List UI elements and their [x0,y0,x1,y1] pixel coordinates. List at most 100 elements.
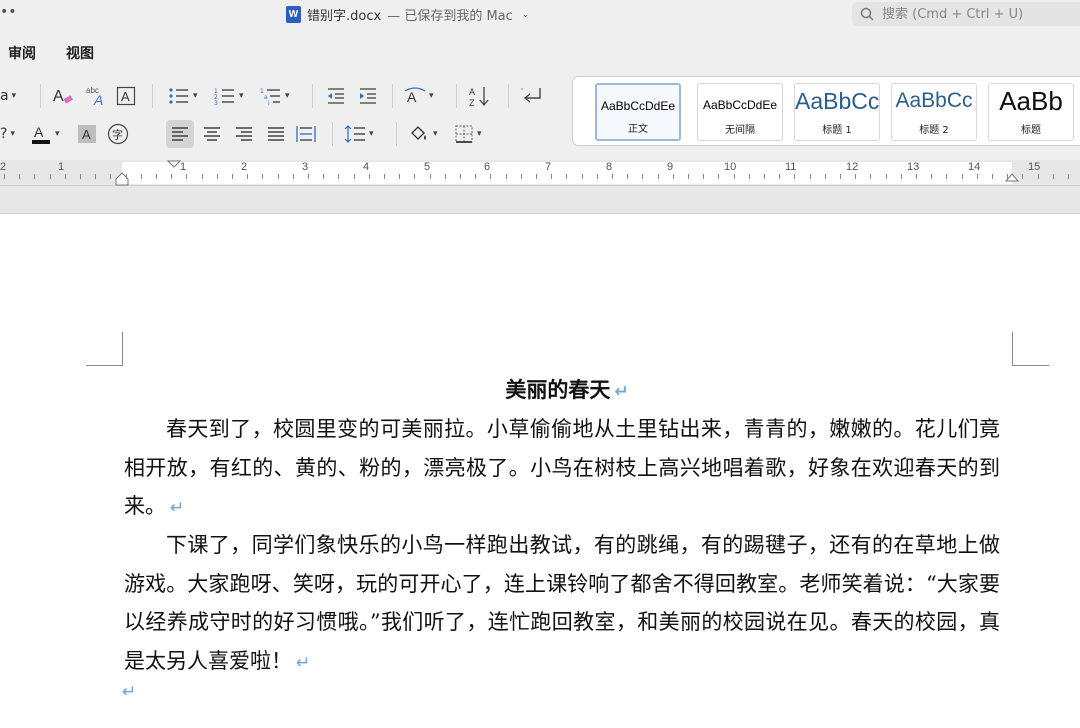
search-input[interactable] [882,6,1052,22]
enclose-characters-icon[interactable]: 字 [106,122,130,146]
ruler-tick [475,174,476,179]
ruler-tick [688,174,689,179]
ruler-number: 15 [1028,161,1041,173]
ruler-tick [977,174,978,179]
ruler-tick [156,174,157,179]
ruler-tick [414,174,415,179]
ruler-number: 1 [58,161,65,173]
paragraph-2[interactable]: 下课了，同学们象快乐的小鸟一样跑出教试，有的跳绳，有的踢毽子，还有的在草地上做游… [124,526,1000,682]
document-heading[interactable]: 美丽的春天 ↵ [122,374,1012,404]
title-bar: •• W 错别字.docx — 已保存到我的 Mac ⌄ [0,0,1080,30]
style-title[interactable]: AaBb 标题 [988,83,1074,141]
borders-icon[interactable]: ▾ [454,122,482,146]
ruler-tick [825,174,826,179]
paragraph-shading-icon[interactable]: ▾ [408,122,438,146]
clear-formatting-icon[interactable]: A [50,84,76,108]
bullets-list-icon[interactable]: ▾ [168,84,198,108]
style-normal[interactable]: AaBbCcDdEe 正文 [595,83,681,141]
ruler-tick [810,174,811,179]
text-effects-icon[interactable]: abc A [83,84,109,108]
numbered-list-icon[interactable]: 123 ▾ [214,84,244,108]
ruler-tick [855,174,856,179]
align-left-icon [172,127,188,141]
ruler-tick [80,174,81,179]
ruler-tick [4,174,5,179]
highlight-dropdown[interactable]: ? ▾ [0,122,15,146]
ruler-tick [354,174,355,179]
ruler-tick [1022,174,1023,179]
ruler-number: 7 [545,161,552,173]
show-paragraph-marks-icon[interactable] [520,84,544,108]
ruler-tick [293,174,294,179]
align-right-icon[interactable] [232,122,256,146]
ruler-number: 14 [968,161,981,173]
ruler-tick [718,174,719,179]
ruler-tick [308,174,309,179]
multilevel-list-icon[interactable]: 1ai ▾ [260,84,290,108]
ruler-tick [870,174,871,179]
style-heading-1[interactable]: AaBbCc 标题 1 [794,83,880,141]
decrease-indent-icon[interactable] [326,84,346,108]
window-menu-dots-icon[interactable]: •• [0,4,17,20]
svg-text:A: A [121,89,130,104]
search-box[interactable] [852,2,1080,26]
ruler-tick [734,174,735,179]
align-left-button[interactable] [166,120,194,148]
first-line-indent-marker-icon[interactable] [167,160,181,168]
ruler-tick [749,174,750,179]
ruler-tick [840,174,841,179]
character-shading-icon[interactable]: A [76,122,98,146]
style-name: 标题 [1021,125,1041,136]
paragraph-mark-icon: ↵ [614,382,629,402]
style-sample: AaBb [999,86,1063,116]
increase-indent-icon[interactable] [358,84,378,108]
document-page[interactable]: 美丽的春天 ↵ 春天到了，校圆里变的可美丽拉。小草偷偷地从土里钻出来，青青的，嫩嫩… [0,214,1080,728]
ruler-tick [445,174,446,179]
ruler-number: 8 [606,161,613,173]
ruler-tick [1068,174,1069,179]
ruler-tick [65,174,66,179]
style-name: 正文 [628,124,648,135]
horizontal-ruler[interactable]: 2 1 1 2 3 4 5 6 7 8 9 10 11 12 13 14 15 [0,160,1080,186]
distributed-align-icon[interactable] [294,122,318,146]
style-name: 无间隔 [725,125,755,136]
svg-text:Z: Z [469,98,475,107]
ruler-tick [521,174,522,179]
align-center-icon[interactable] [200,122,224,146]
ruler-number: 11 [785,161,797,173]
ruler-tick [171,174,172,179]
ruler-tick [141,174,142,179]
ruler-tick [582,174,583,179]
sort-icon[interactable]: AZ [468,84,492,108]
ruler-tick [642,174,643,179]
tab-review[interactable]: 审阅 [8,43,36,63]
heading-text: 美丽的春天 [505,377,611,402]
style-sample: AaBbCc [895,89,973,112]
ruler-tick [536,174,537,179]
ruler-tick [703,174,704,179]
document-filename[interactable]: 错别字.docx [307,5,381,24]
ruler-tick [490,174,491,179]
ruler-tick [779,174,780,179]
ruler-number: 2 [241,161,248,173]
style-heading-2[interactable]: AaBbCc 标题 2 [891,83,977,141]
line-spacing-icon[interactable]: ▾ [344,122,374,146]
tab-view[interactable]: 视图 [66,43,94,63]
font-color-icon[interactable]: A ▾ [30,122,60,146]
ruler-number: 5 [424,161,431,173]
style-no-spacing[interactable]: AaBbCcDdEe 无间隔 [697,83,783,141]
character-border-icon[interactable]: A [114,84,138,108]
justify-icon[interactable] [264,122,288,146]
window-title: W 错别字.docx — 已保存到我的 Mac ⌄ [286,5,529,24]
chevron-down-icon[interactable]: ⌄ [522,10,530,20]
font-size-dropdown[interactable]: a ▾ [0,84,16,108]
ruler-tick [658,174,659,179]
text-direction-icon[interactable]: A ▾ [404,84,434,108]
ruler-tick [962,174,963,179]
ruler-tick [551,174,552,179]
style-sample: AaBbCcDdEe [702,98,778,112]
svg-text:A: A [82,127,91,142]
ruler-tick [323,174,324,179]
ruler-tick [202,174,203,179]
paragraph-1[interactable]: 春天到了，校圆里变的可美丽拉。小草偷偷地从土里钻出来，青青的，嫩嫩的。花儿们竟相… [124,410,1000,528]
